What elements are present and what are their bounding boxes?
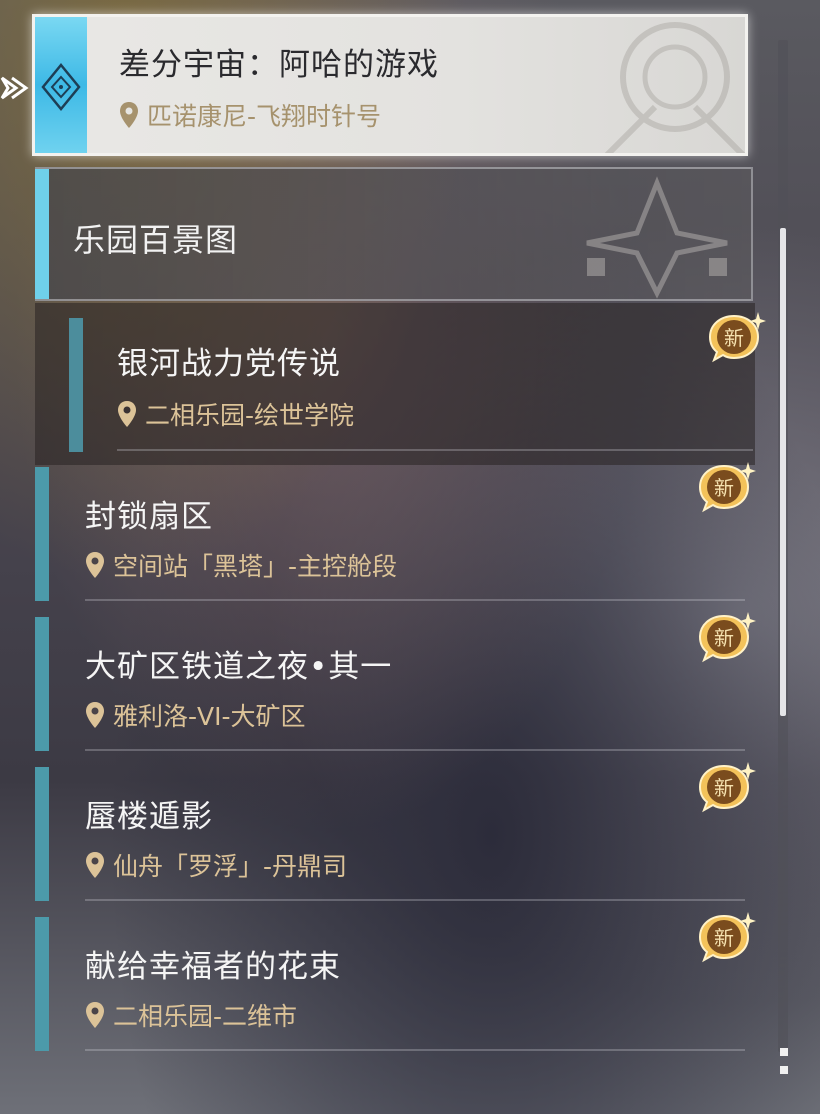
new-badge: 新 xyxy=(704,310,766,368)
quest-location: 雅利洛-VI-大矿区 xyxy=(85,697,306,733)
quest-title: 封锁扇区 xyxy=(85,499,213,535)
quest-location-text: 空间站「黑塔」-主控舱段 xyxy=(113,552,398,581)
location-pin-icon xyxy=(86,852,104,878)
divider xyxy=(85,599,745,601)
quest-item[interactable]: 封锁扇区 空间站「黑塔」-主控舱段 xyxy=(35,467,753,601)
selected-quest-location-text: 匹诺康尼-飞翔时针号 xyxy=(147,102,382,131)
location-pin-icon xyxy=(120,102,138,128)
quest-accent-bar xyxy=(69,318,83,452)
location-pin-icon xyxy=(86,1002,104,1028)
quest-title: 大矿区铁道之夜•其一 xyxy=(85,649,393,685)
quest-location: 仙舟「罗浮」-丹鼎司 xyxy=(85,847,347,883)
quest-accent-bar xyxy=(35,767,49,901)
selected-quest-card[interactable]: 差分宇宙：阿哈的游戏 匹诺康尼-飞翔时针号 xyxy=(32,14,748,156)
quest-location: 二相乐园-二维市 xyxy=(85,997,297,1033)
divider xyxy=(85,1049,745,1051)
category-emblem-watermark xyxy=(586,176,728,299)
quest-location: 空间站「黑塔」-主控舱段 xyxy=(85,547,397,583)
category-header[interactable]: 乐园百景图 xyxy=(35,167,753,301)
quest-location-text: 仙舟「罗浮」-丹鼎司 xyxy=(113,852,348,881)
location-pin-icon xyxy=(118,401,136,427)
quest-accent-bar xyxy=(35,917,49,1051)
quest-item[interactable]: 银河战力党传说 二相乐园-绘世学院 xyxy=(69,318,755,452)
new-badge: 新 xyxy=(694,610,756,668)
new-badge-label: 新 xyxy=(714,776,734,800)
quest-location: 二相乐园-绘世学院 xyxy=(117,396,354,432)
quest-title: 银河战力党传说 xyxy=(117,346,341,382)
quest-accent-bar xyxy=(35,617,49,751)
location-pin-icon xyxy=(86,702,104,728)
new-badge-label: 新 xyxy=(714,476,734,500)
quest-title: 献给幸福者的花束 xyxy=(85,949,341,985)
aha-emblem-watermark xyxy=(604,22,745,153)
scrollbar-thumb[interactable] xyxy=(780,228,786,716)
selection-pointer-icon xyxy=(0,76,29,100)
new-badge: 新 xyxy=(694,760,756,818)
quest-location-text: 二相乐园-绘世学院 xyxy=(145,401,355,430)
quest-location-text: 雅利洛-VI-大矿区 xyxy=(113,702,306,731)
scroll-end-marker xyxy=(780,1066,788,1074)
category-accent-bar xyxy=(35,169,49,299)
divider xyxy=(117,449,753,451)
new-badge-label: 新 xyxy=(724,326,744,350)
selected-quest-title: 差分宇宙：阿哈的游戏 xyxy=(119,47,439,83)
new-badge: 新 xyxy=(694,460,756,518)
new-badge-label: 新 xyxy=(714,926,734,950)
quest-title: 蜃楼遁影 xyxy=(85,799,213,835)
quest-item[interactable]: 大矿区铁道之夜•其一 雅利洛-VI-大矿区 xyxy=(35,617,753,751)
quest-location-text: 二相乐园-二维市 xyxy=(113,1002,298,1031)
new-badge: 新 xyxy=(694,910,756,968)
scroll-end-marker xyxy=(780,1048,788,1056)
location-pin-icon xyxy=(86,552,104,578)
selected-quest-location: 匹诺康尼-飞翔时针号 xyxy=(119,97,381,133)
selected-quest-type-strip xyxy=(35,17,87,153)
new-badge-label: 新 xyxy=(714,626,734,650)
quest-accent-bar xyxy=(35,467,49,601)
quest-item[interactable]: 蜃楼遁影 仙舟「罗浮」-丹鼎司 xyxy=(35,767,753,901)
category-title: 乐园百景图 xyxy=(73,221,239,259)
divider xyxy=(85,749,745,751)
diamond-icon xyxy=(41,63,81,111)
divider xyxy=(85,899,745,901)
quest-item[interactable]: 献给幸福者的花束 二相乐园-二维市 xyxy=(35,917,753,1051)
